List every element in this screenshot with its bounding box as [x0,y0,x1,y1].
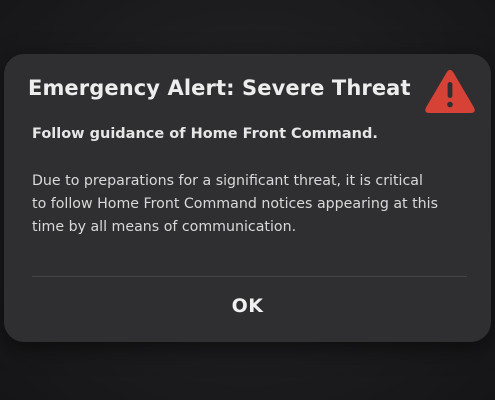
alert-message-line: Due to preparations for a significant th… [32,173,423,189]
alert-title: Emergency Alert: Severe Threat [28,76,411,100]
warning-triangle-icon [425,69,475,113]
screen: Emergency Alert: Severe Threat Follow gu… [0,0,495,400]
alert-subtitle: Follow guidance of Home Front Command. [32,126,378,142]
alert-message-line: to follow Home Front Command notices app… [32,196,439,212]
ok-button[interactable]: OK [0,282,495,330]
alert-message-line: time by all means of communication. [32,219,297,235]
divider [32,276,467,277]
alert-message: Due to preparations for a significant th… [32,170,472,239]
